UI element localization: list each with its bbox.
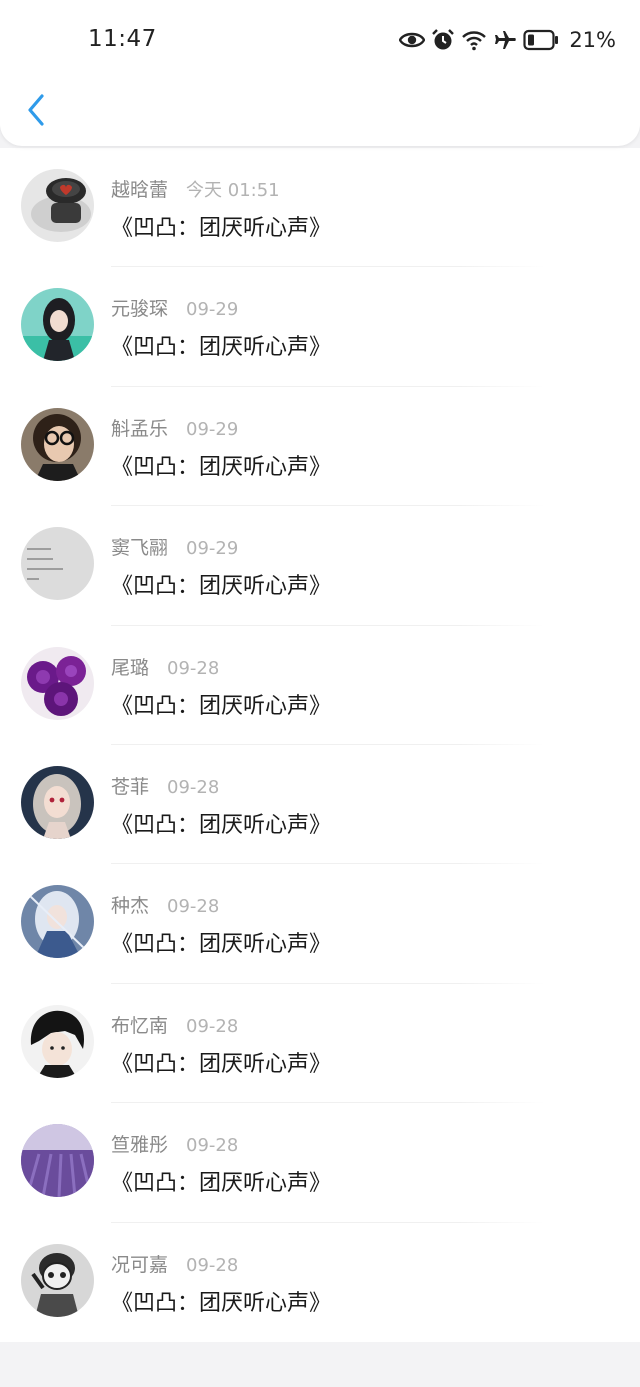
list-item[interactable]: 元骏琛 09-29 《凹凸：团厌听心声》 bbox=[0, 267, 640, 387]
avatar[interactable] bbox=[21, 407, 94, 481]
list-item[interactable]: 尾璐 09-28 《凹凸：团厌听心声》 bbox=[0, 626, 640, 745]
chevron-left-icon bbox=[26, 94, 46, 130]
list-item[interactable]: 种杰 09-28 《凹凸：团厌听心声》 bbox=[0, 864, 640, 984]
comment-date: 09-28 bbox=[186, 1254, 239, 1276]
commenter-name[interactable]: 况可嘉 bbox=[111, 1250, 168, 1277]
eye-icon bbox=[399, 29, 426, 51]
book-title[interactable]: 《凹凸：团厌听心声》 bbox=[111, 1285, 331, 1317]
back-button[interactable] bbox=[18, 92, 54, 132]
comment-date: 今天 01:51 bbox=[186, 180, 280, 201]
avatar[interactable] bbox=[21, 766, 94, 839]
comment-header: 窦飞翮 09-29 bbox=[111, 533, 238, 559]
commenter-name[interactable]: 笪雅彤 bbox=[111, 1130, 168, 1157]
status-icons: 21% bbox=[399, 26, 616, 54]
list-item[interactable]: 况可嘉 09-28 《凹凸：团厌听心声》 bbox=[0, 1223, 640, 1342]
top-bar: 11:47 21% bbox=[0, 0, 640, 146]
alarm-icon bbox=[431, 28, 455, 52]
avatar[interactable] bbox=[21, 1243, 94, 1317]
battery-icon bbox=[523, 29, 559, 51]
comment-header: 斛孟乐 09-29 bbox=[111, 414, 238, 440]
comment-header: 尾璐 09-28 bbox=[111, 653, 219, 679]
commenter-name[interactable]: 越晗蕾 bbox=[111, 175, 168, 202]
airplane-icon bbox=[493, 28, 517, 52]
list-item[interactable]: 苍菲 09-28 《凹凸：团厌听心声》 bbox=[0, 745, 640, 865]
comment-date: 09-28 bbox=[186, 1135, 239, 1157]
comment-header: 笪雅彤 09-28 bbox=[111, 1130, 238, 1156]
avatar[interactable] bbox=[21, 169, 94, 242]
commenter-name[interactable]: 尾璐 bbox=[111, 653, 149, 680]
list-item[interactable]: 越晗蕾 今天 01:51 《凹凸：团厌听心声》 bbox=[0, 148, 640, 268]
avatar[interactable] bbox=[21, 646, 94, 720]
comment-header: 况可嘉 09-28 bbox=[111, 1250, 238, 1276]
commenter-name[interactable]: 斛孟乐 bbox=[111, 414, 168, 441]
avatar[interactable] bbox=[21, 1004, 94, 1078]
list-item[interactable]: 斛孟乐 09-29 《凹凸：团厌听心声》 bbox=[0, 387, 640, 507]
avatar[interactable] bbox=[21, 1124, 94, 1198]
list-item[interactable]: 布忆南 09-28 《凹凸：团厌听心声》 bbox=[0, 984, 640, 1104]
book-title[interactable]: 《凹凸：团厌听心声》 bbox=[111, 329, 331, 361]
commenter-name[interactable]: 布忆南 bbox=[111, 1011, 168, 1038]
wifi-icon bbox=[461, 29, 487, 51]
comment-list: 越晗蕾 今天 01:51 《凹凸：团厌听心声》 元骏琛 09-29 《凹凸：团厌… bbox=[0, 148, 640, 1342]
list-item[interactable]: 窦飞翮 09-29 《凹凸：团厌听心声》 bbox=[0, 506, 640, 626]
avatar[interactable] bbox=[21, 885, 94, 959]
comment-date: 09-29 bbox=[186, 538, 239, 560]
comment-header: 布忆南 09-28 bbox=[111, 1011, 238, 1037]
comment-header: 种杰 09-28 bbox=[111, 891, 219, 917]
book-title[interactable]: 《凹凸：团厌听心声》 bbox=[111, 1046, 331, 1078]
book-title[interactable]: 《凹凸：团厌听心声》 bbox=[111, 1165, 331, 1197]
avatar[interactable] bbox=[21, 527, 94, 601]
comment-date: 09-29 bbox=[186, 299, 239, 321]
book-title[interactable]: 《凹凸：团厌听心声》 bbox=[111, 449, 331, 481]
book-title[interactable]: 《凹凸：团厌听心声》 bbox=[111, 807, 331, 839]
comment-header: 苍菲 09-28 bbox=[111, 772, 219, 798]
comment-header: 元骏琛 09-29 bbox=[111, 294, 238, 320]
avatar[interactable] bbox=[21, 288, 94, 362]
status-bar: 11:47 21% bbox=[0, 0, 640, 80]
list-item[interactable]: 笪雅彤 09-28 《凹凸：团厌听心声》 bbox=[0, 1103, 640, 1223]
book-title[interactable]: 《凹凸：团厌听心声》 bbox=[111, 210, 331, 242]
book-title[interactable]: 《凹凸：团厌听心声》 bbox=[111, 926, 331, 958]
commenter-name[interactable]: 苍菲 bbox=[111, 772, 149, 799]
status-time: 11:47 bbox=[88, 26, 157, 52]
comment-header: 越晗蕾 今天 01:51 bbox=[111, 175, 280, 201]
battery-percent: 21% bbox=[569, 28, 616, 52]
book-title[interactable]: 《凹凸：团厌听心声》 bbox=[111, 688, 331, 720]
commenter-name[interactable]: 种杰 bbox=[111, 891, 149, 918]
comment-date: 09-28 bbox=[186, 1015, 239, 1037]
comment-date: 09-28 bbox=[167, 896, 220, 918]
comment-date: 09-29 bbox=[186, 418, 239, 440]
comment-date: 09-28 bbox=[167, 777, 220, 798]
comment-date: 09-28 bbox=[167, 657, 220, 679]
book-title[interactable]: 《凹凸：团厌听心声》 bbox=[111, 568, 331, 600]
commenter-name[interactable]: 元骏琛 bbox=[111, 294, 168, 321]
commenter-name[interactable]: 窦飞翮 bbox=[111, 533, 168, 560]
